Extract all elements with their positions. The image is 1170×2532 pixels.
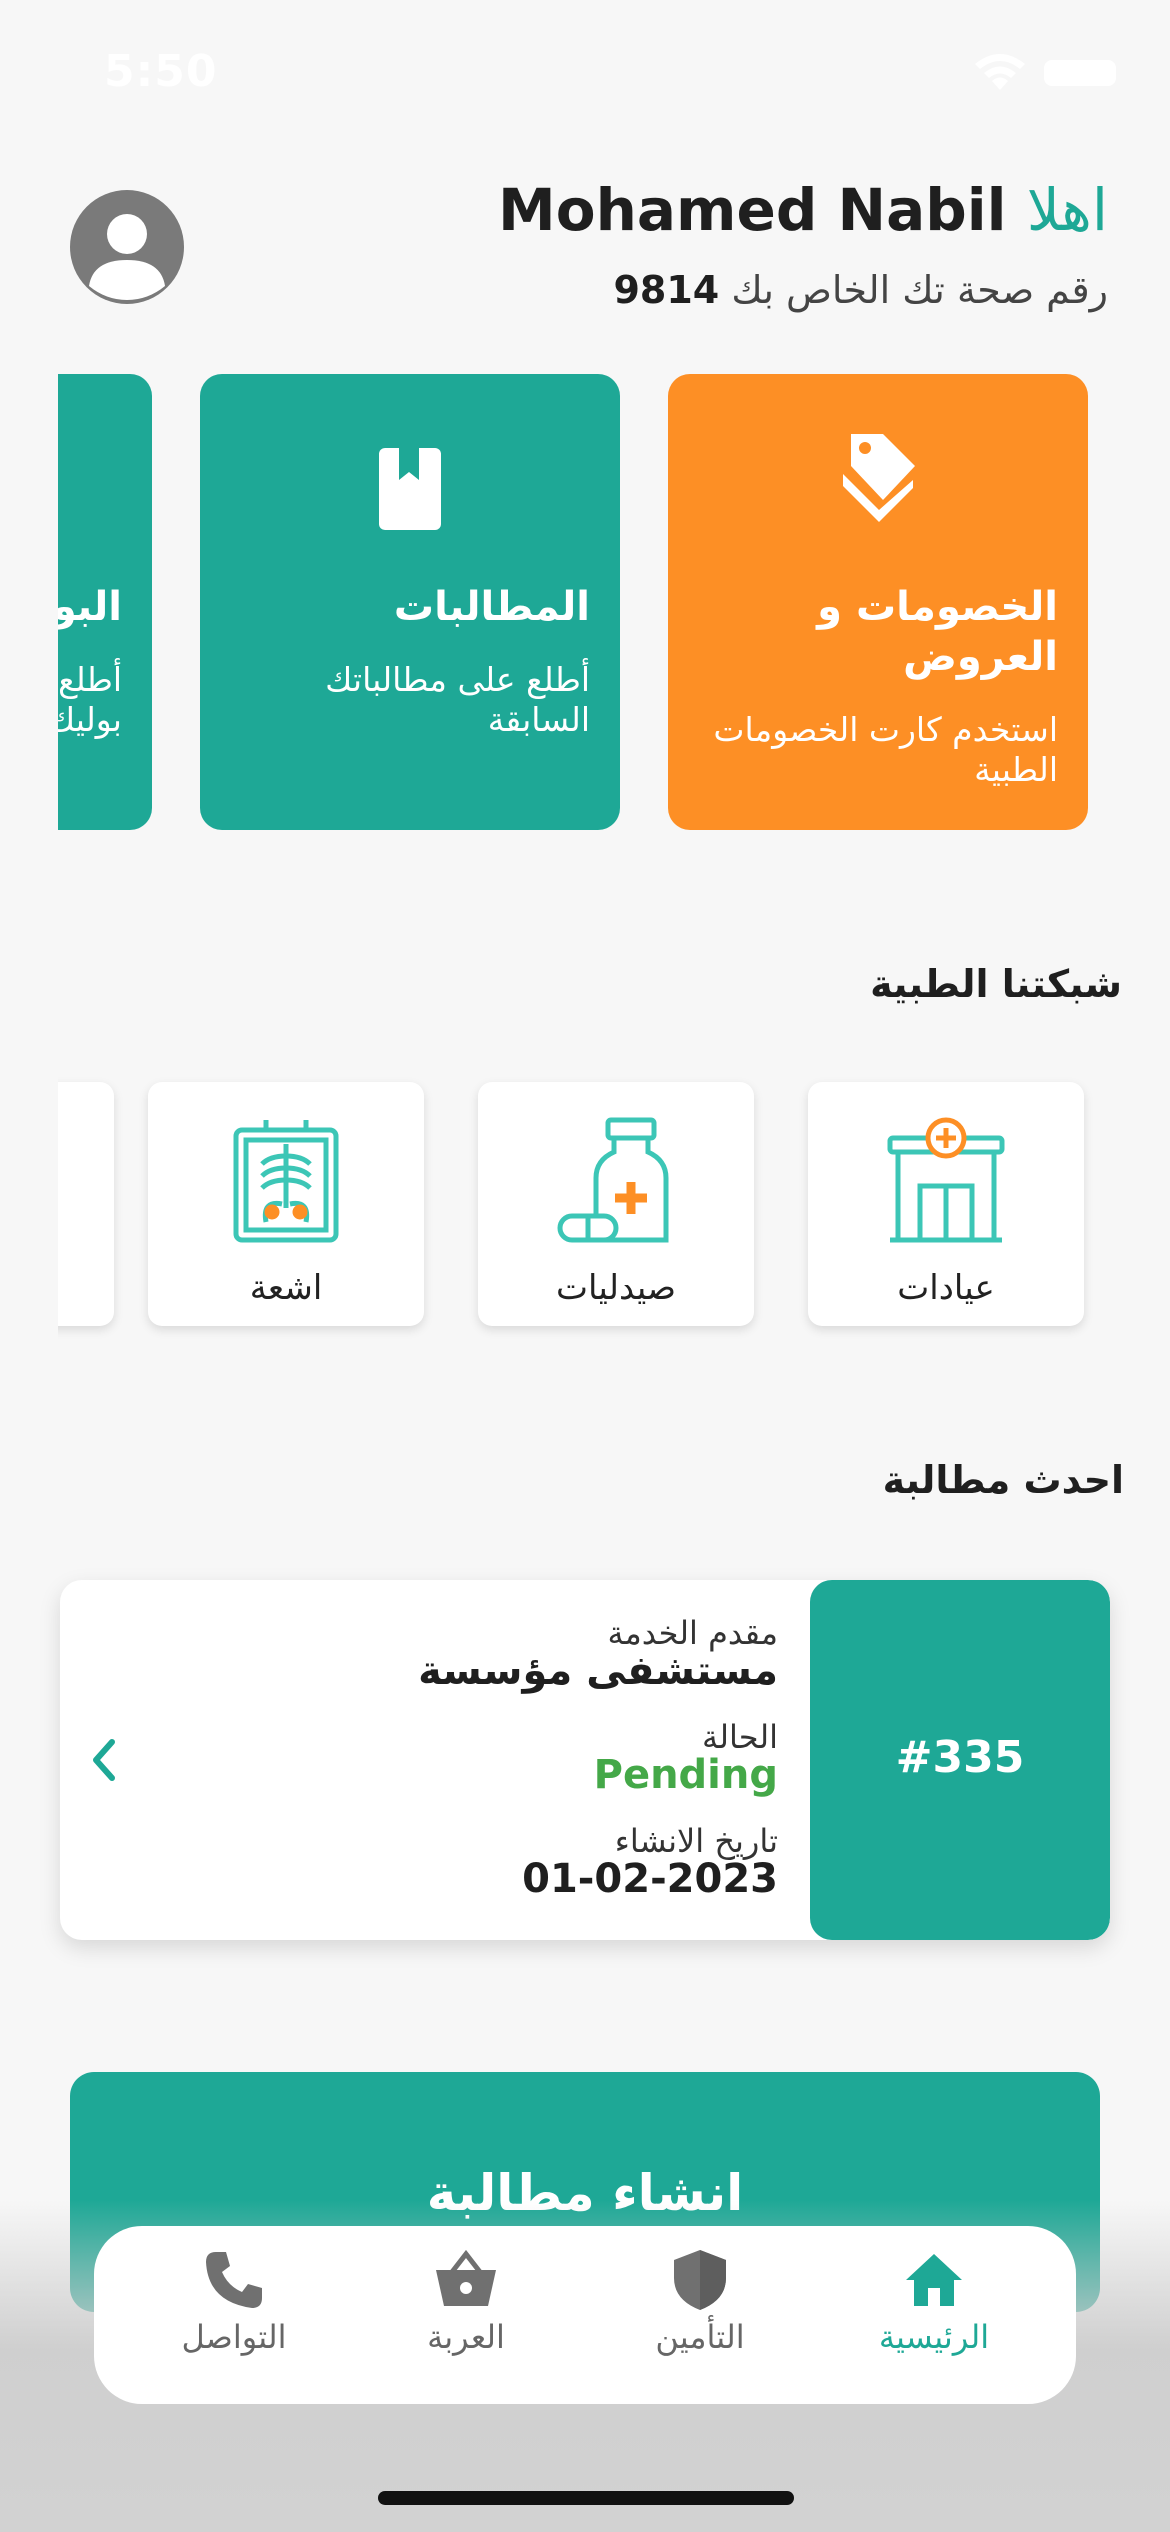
policy-card-title: البو bbox=[58, 584, 122, 630]
nav-contact-label: التواصل bbox=[181, 2318, 287, 2356]
nav-home[interactable]: الرئيسية bbox=[834, 2248, 1034, 2388]
nav-cart-label: العربة bbox=[427, 2318, 505, 2356]
bookmark-book-icon bbox=[379, 448, 441, 530]
status-value: Pending bbox=[593, 1752, 778, 1798]
network-item-label: صيدليات bbox=[556, 1268, 676, 1308]
network-item-label: اشعة bbox=[249, 1268, 323, 1308]
network-item-more[interactable] bbox=[58, 1082, 114, 1326]
network-carousel[interactable]: عيادات صيدليات اشعة bbox=[58, 1074, 1112, 1344]
claim-id: #335 bbox=[895, 1732, 1025, 1783]
claims-card-title: المطالبات bbox=[393, 584, 590, 630]
feature-cards-carousel[interactable]: الخصومات و العروض استخدم كارت الخصومات ا… bbox=[58, 374, 1112, 834]
nav-cart[interactable]: العربة bbox=[366, 2248, 566, 2388]
battery-icon bbox=[1044, 60, 1116, 86]
home-icon bbox=[906, 2254, 962, 2306]
nav-contact[interactable]: التواصل bbox=[134, 2248, 334, 2388]
policy-card[interactable]: البو أطلع بوليك bbox=[58, 374, 152, 830]
tags-icon bbox=[843, 434, 915, 522]
wifi-icon bbox=[975, 54, 1025, 90]
shield-icon bbox=[674, 2250, 726, 2310]
network-item-label: عيادات bbox=[897, 1268, 995, 1308]
nav-insurance[interactable]: التأمين bbox=[600, 2248, 800, 2388]
discounts-card-description: استخدم كارت الخصومات الطبية bbox=[713, 710, 1058, 789]
latest-claim-title: احدث مطالبة bbox=[882, 1458, 1124, 1502]
date-label: تاريخ الانشاء bbox=[614, 1822, 778, 1860]
nav-insurance-label: التأمين bbox=[655, 2318, 745, 2356]
claim-id-panel: #335 bbox=[810, 1580, 1110, 1940]
provider-value: مستشفى مؤسسة bbox=[418, 1648, 778, 1694]
person-icon bbox=[89, 214, 165, 300]
health-number-label: رقم صحة تك الخاص بك bbox=[731, 268, 1108, 312]
network-item-radiology[interactable]: اشعة bbox=[148, 1082, 424, 1326]
chevron-left-icon[interactable] bbox=[80, 1732, 130, 1788]
xray-icon bbox=[233, 1120, 339, 1243]
avatar[interactable] bbox=[70, 190, 184, 304]
network-item-clinics[interactable]: عيادات bbox=[808, 1082, 1084, 1326]
policy-card-description: أطلع بوليك bbox=[58, 660, 122, 739]
discounts-card[interactable]: الخصومات و العروض استخدم كارت الخصومات ا… bbox=[668, 374, 1088, 830]
status-time: 5:50 bbox=[104, 46, 218, 97]
nav-home-label: الرئيسية bbox=[878, 2318, 990, 2356]
claims-card-description: أطلع على مطالباتك السابقة bbox=[325, 660, 590, 739]
claims-card[interactable]: المطالبات أطلع على مطالباتك السابقة bbox=[200, 374, 620, 830]
basket-icon bbox=[436, 2249, 496, 2306]
clinic-icon bbox=[887, 1117, 1005, 1243]
network-section-title: شبكتنا الطبية bbox=[870, 962, 1122, 1006]
date-value: 01-02-2023 bbox=[522, 1856, 778, 1902]
pharmacy-icon bbox=[557, 1117, 669, 1243]
provider-label: مقدم الخدمة bbox=[607, 1614, 779, 1652]
phone-icon bbox=[206, 2252, 262, 2308]
network-item-pharmacies[interactable]: صيدليات bbox=[478, 1082, 754, 1326]
greeting-prefix: اهلا bbox=[1026, 176, 1108, 244]
greeting: اهلا Mohamed Nabil bbox=[498, 176, 1108, 244]
bottom-nav: الرئيسية التأمين العربة التواصل bbox=[94, 2226, 1076, 2404]
health-number: 9814 bbox=[613, 268, 720, 312]
discounts-card-title: الخصومات و العروض bbox=[817, 584, 1058, 680]
user-name: Mohamed Nabil bbox=[498, 176, 1007, 244]
latest-claim-card[interactable]: #335 مقدم الخدمة مستشفى مؤسسة الحالة Pen… bbox=[60, 1580, 1110, 1940]
status-label: الحالة bbox=[702, 1718, 778, 1756]
health-number-line: رقم صحة تك الخاص بك 9814 bbox=[613, 268, 1108, 312]
home-indicator bbox=[378, 2491, 794, 2505]
